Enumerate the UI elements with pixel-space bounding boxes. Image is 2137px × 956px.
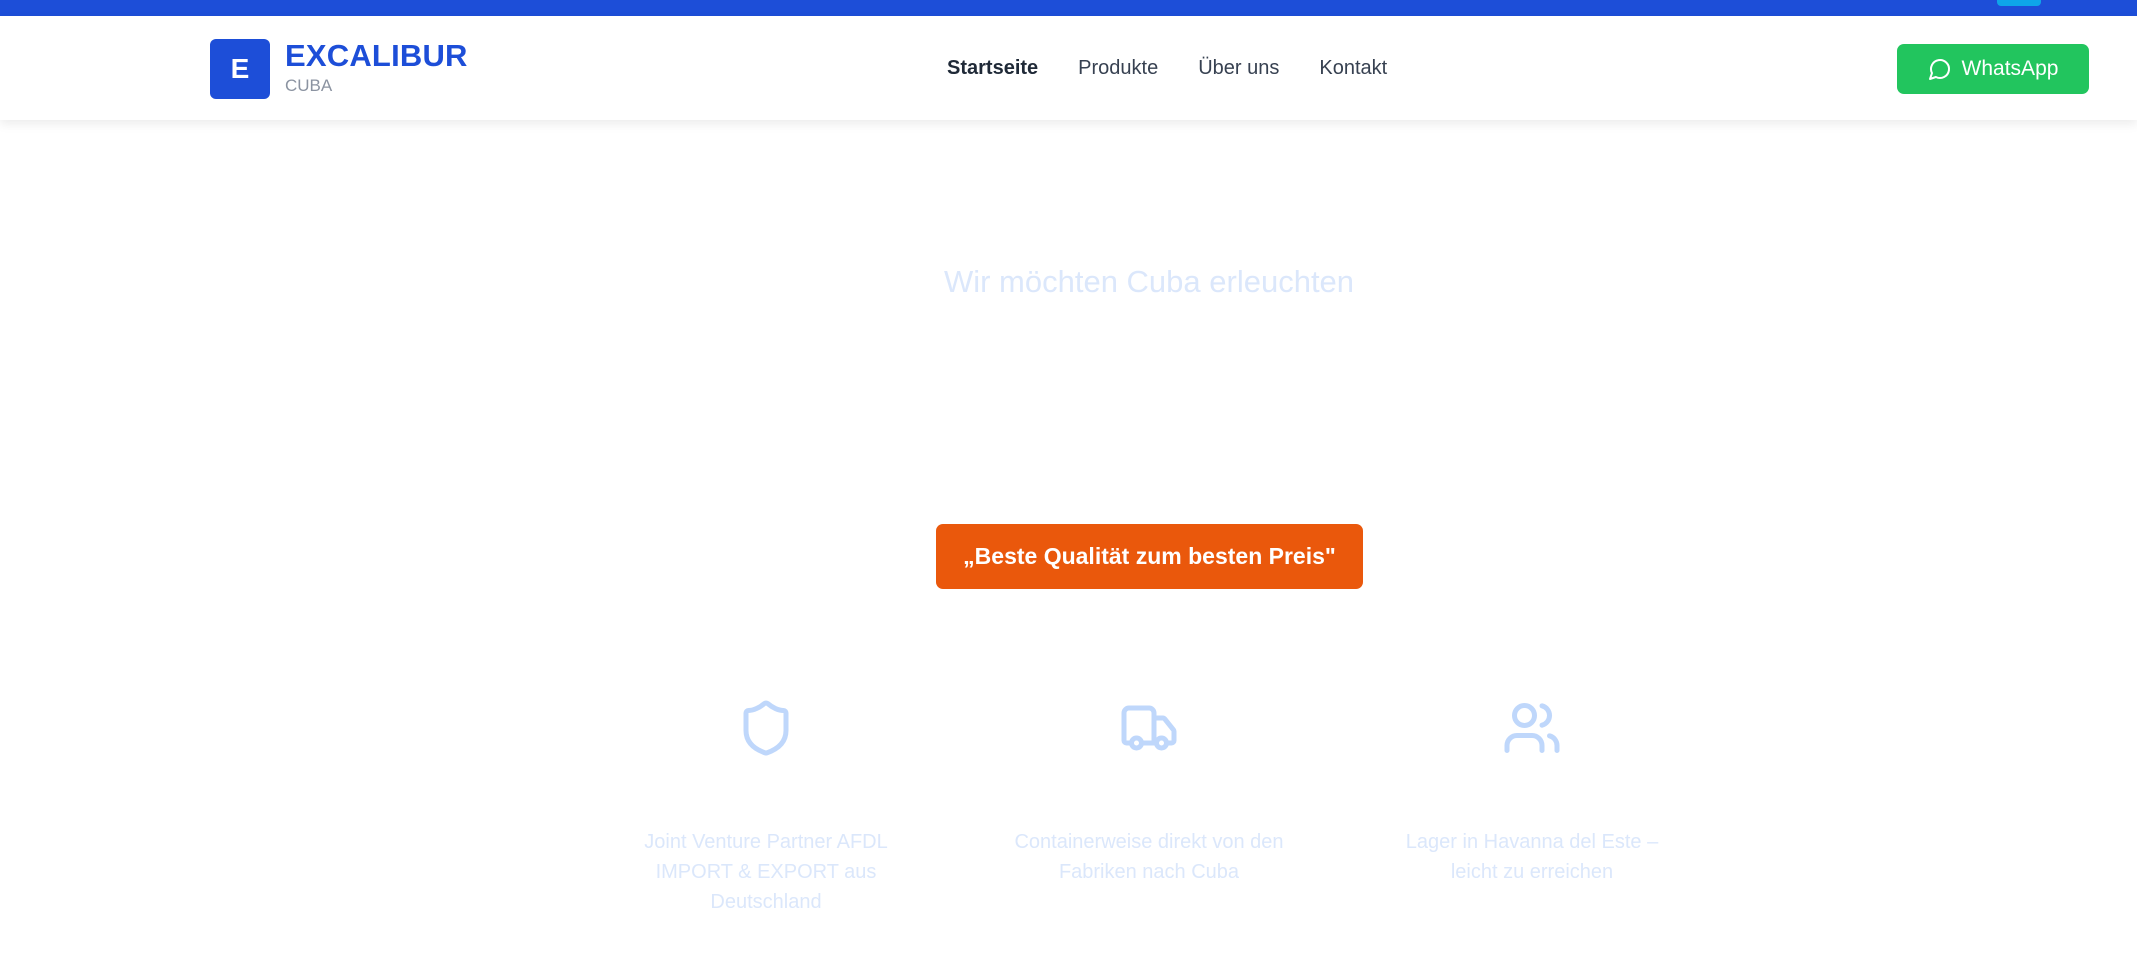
brand[interactable]: EXCALIBUR CUBA [285, 38, 468, 96]
quality-cta-button[interactable]: „Beste Qualität zum besten Preis" [936, 524, 1363, 589]
nav-item-ueber-uns[interactable]: Über uns [1198, 54, 1279, 82]
hero-title: Wir möchten Cuba erleuchten [943, 264, 1355, 299]
feature-text: Joint Venture Partner AFDL IMPORT & EXPO… [644, 831, 888, 913]
whatsapp-label: WhatsApp [1961, 57, 2059, 80]
feature-text: Lager in Havanna del Este – leicht zu er… [1405, 831, 1659, 883]
nav-item-produkte[interactable]: Produkte [1078, 54, 1158, 82]
shield-icon [743, 700, 789, 756]
feature-warehouse: Lager in Havanna del Este – leicht zu er… [1382, 698, 1682, 887]
nav-item-kontakt[interactable]: Kontakt [1319, 54, 1387, 82]
main-nav: Startseite Produkte Über uns Kontakt [947, 54, 1387, 82]
site-header: E EXCALIBUR CUBA Startseite Produkte Übe… [0, 16, 2137, 120]
feature-joint-venture: Joint Venture Partner AFDL IMPORT & EXPO… [616, 698, 916, 917]
feature-container-shipping: Containerweise direkt von den Fabriken n… [999, 698, 1299, 887]
brand-subtitle: CUBA [285, 76, 333, 95]
whatsapp-button[interactable]: WhatsApp [1897, 44, 2089, 94]
truck-icon [1121, 705, 1177, 751]
nav-item-startseite[interactable]: Startseite [947, 54, 1038, 82]
chat-bubble-icon [1928, 59, 1950, 80]
top-accent-bar [0, 0, 2137, 16]
brand-name: EXCALIBUR [285, 38, 468, 73]
logo-icon[interactable]: E [210, 39, 270, 99]
users-icon [1504, 703, 1560, 753]
feature-text: Containerweise direkt von den Fabriken n… [1014, 831, 1284, 883]
top-bar-button[interactable] [1997, 0, 2041, 6]
